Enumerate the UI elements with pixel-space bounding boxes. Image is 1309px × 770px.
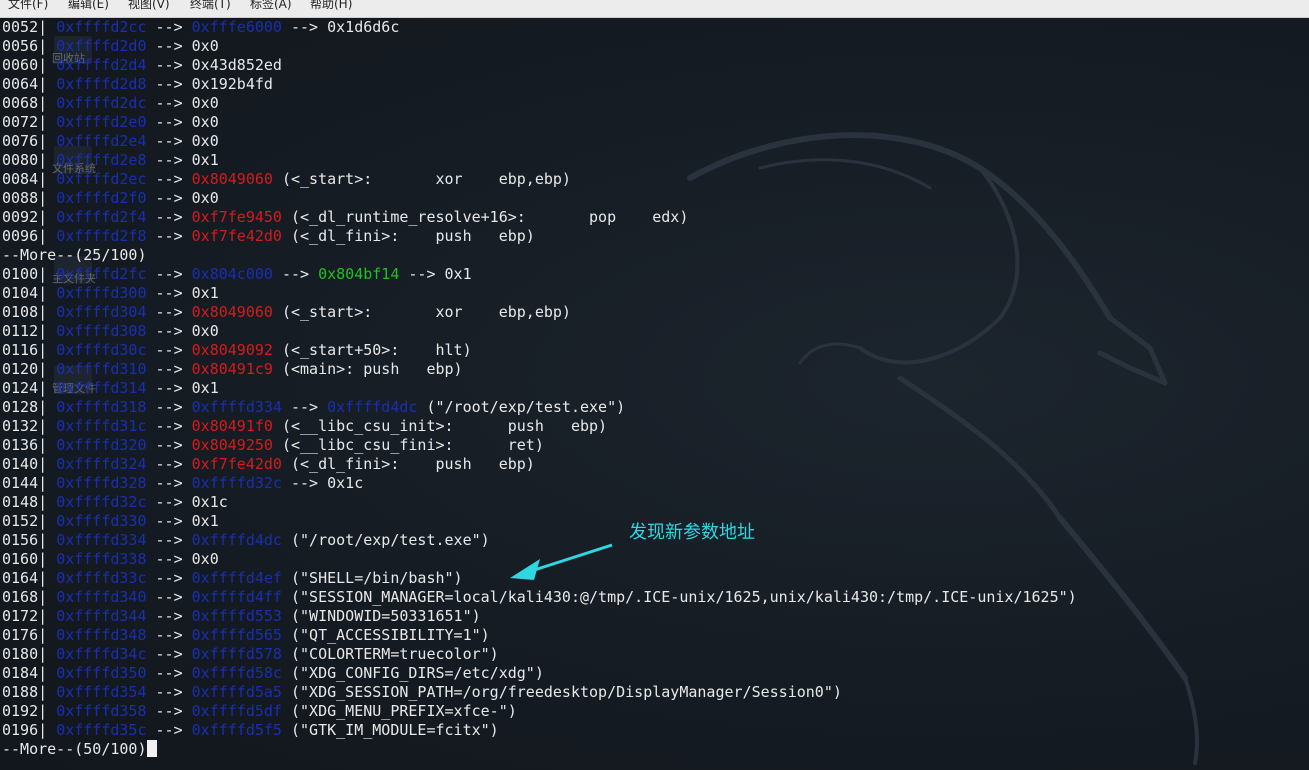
menu-item-4[interactable]: 标签(A) (250, 0, 292, 11)
menu-item-0[interactable]: 文件(F) (8, 0, 48, 11)
menu-item-2[interactable]: 视图(V) (128, 0, 170, 11)
menu-bar: 文件(F) 编辑(E) 视图(V) 终端(T) 标签(A) 帮助(H) (0, 0, 1309, 18)
annotation-label: 发现新参数地址 (629, 522, 755, 543)
menu-item-3[interactable]: 终端(T) (190, 0, 231, 11)
menu-item-1[interactable]: 编辑(E) (68, 0, 109, 11)
menu-item-5[interactable]: 帮助(H) (310, 0, 352, 11)
terminal-window[interactable]: 回收站 文件系统 主文件夹 管理文件 0052| 0xffffd2cc --> 0xf… (0, 18, 1309, 770)
annotation-arrow-icon (510, 543, 613, 580)
